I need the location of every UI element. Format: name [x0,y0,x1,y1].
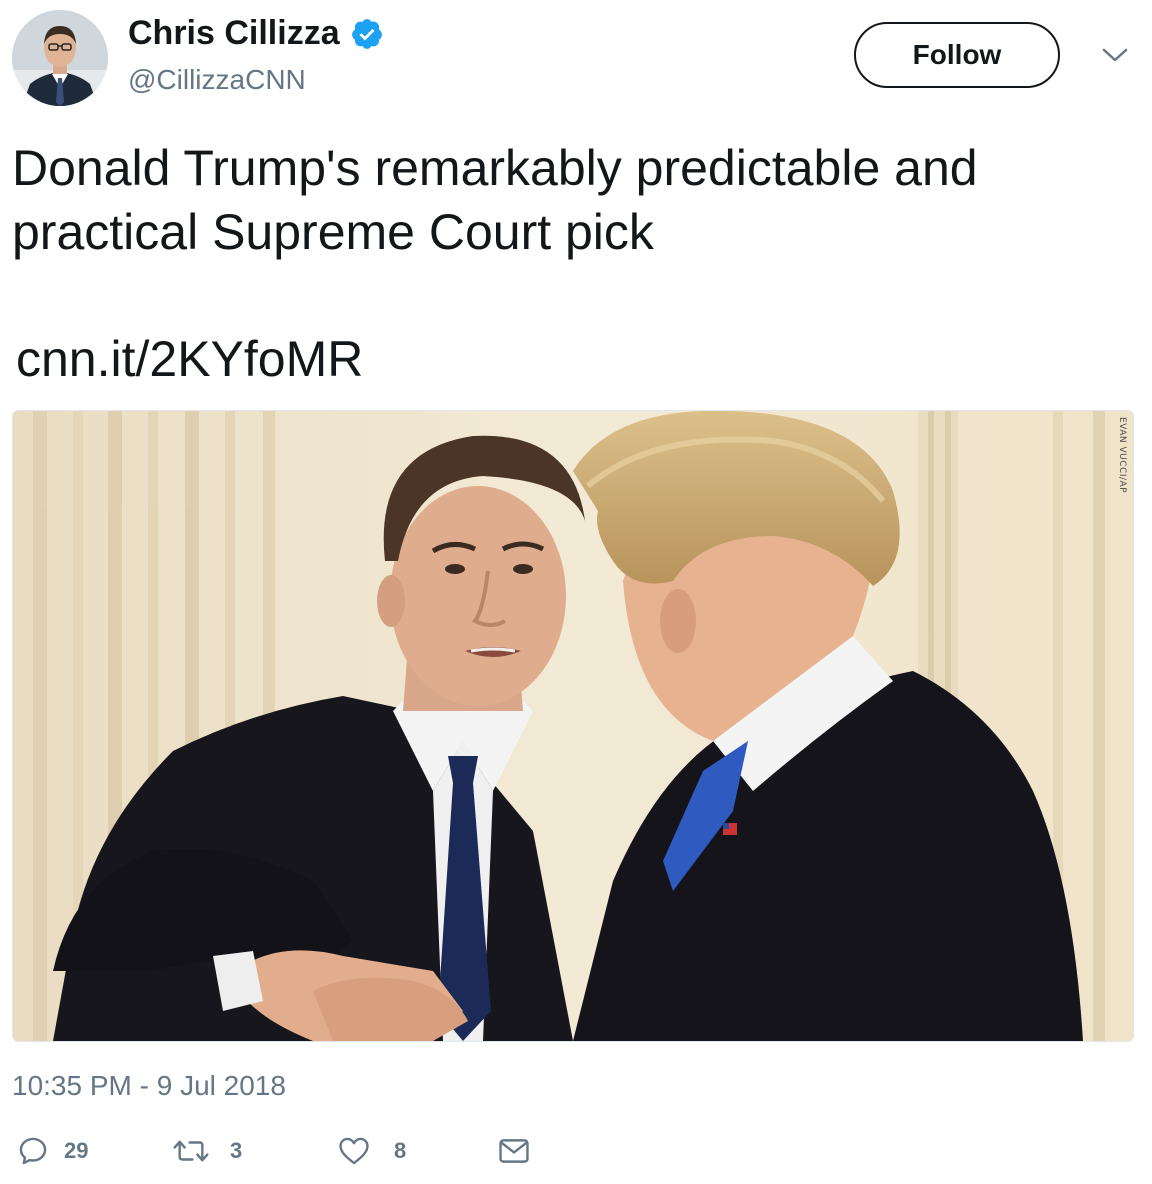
follow-button[interactable]: Follow [854,22,1060,88]
tweet-card: Chris Cillizza @CillizzaCNN Follow Donal… [0,0,1152,1184]
retweet-count: 3 [230,1138,243,1163]
author-handle[interactable]: @CillizzaCNN [128,64,306,96]
chevron-down-icon[interactable] [1100,44,1130,66]
tweet-link[interactable]: cnn.it/2KYfoMR [16,330,363,388]
photo-credit: EVAN VUCCI/AP [1117,417,1127,494]
author-name-text[interactable]: Chris Cillizza [128,14,340,53]
retweet-button[interactable]: 3 [172,1134,242,1168]
envelope-icon [499,1139,529,1163]
heart-icon [339,1137,369,1165]
like-button[interactable]: 8 [336,1134,406,1168]
author-name[interactable]: Chris Cillizza [128,14,384,53]
retweet-icon [173,1140,209,1162]
reply-count: 29 [64,1138,89,1163]
tweet-text: Donald Trump's remarkably predictable an… [12,140,978,260]
reply-icon [19,1137,47,1165]
tweet-timestamp[interactable]: 10:35 PM - 9 Jul 2018 [12,1070,286,1102]
avatar[interactable] [12,10,108,106]
direct-message-button[interactable] [496,1134,532,1168]
photo-image [13,411,1133,1041]
verified-badge-icon [351,18,382,49]
avatar-image [12,10,108,106]
like-count: 8 [394,1138,407,1163]
reply-button[interactable]: 29 [16,1134,88,1168]
tweet-media-photo[interactable]: EVAN VUCCI/AP [12,410,1134,1042]
